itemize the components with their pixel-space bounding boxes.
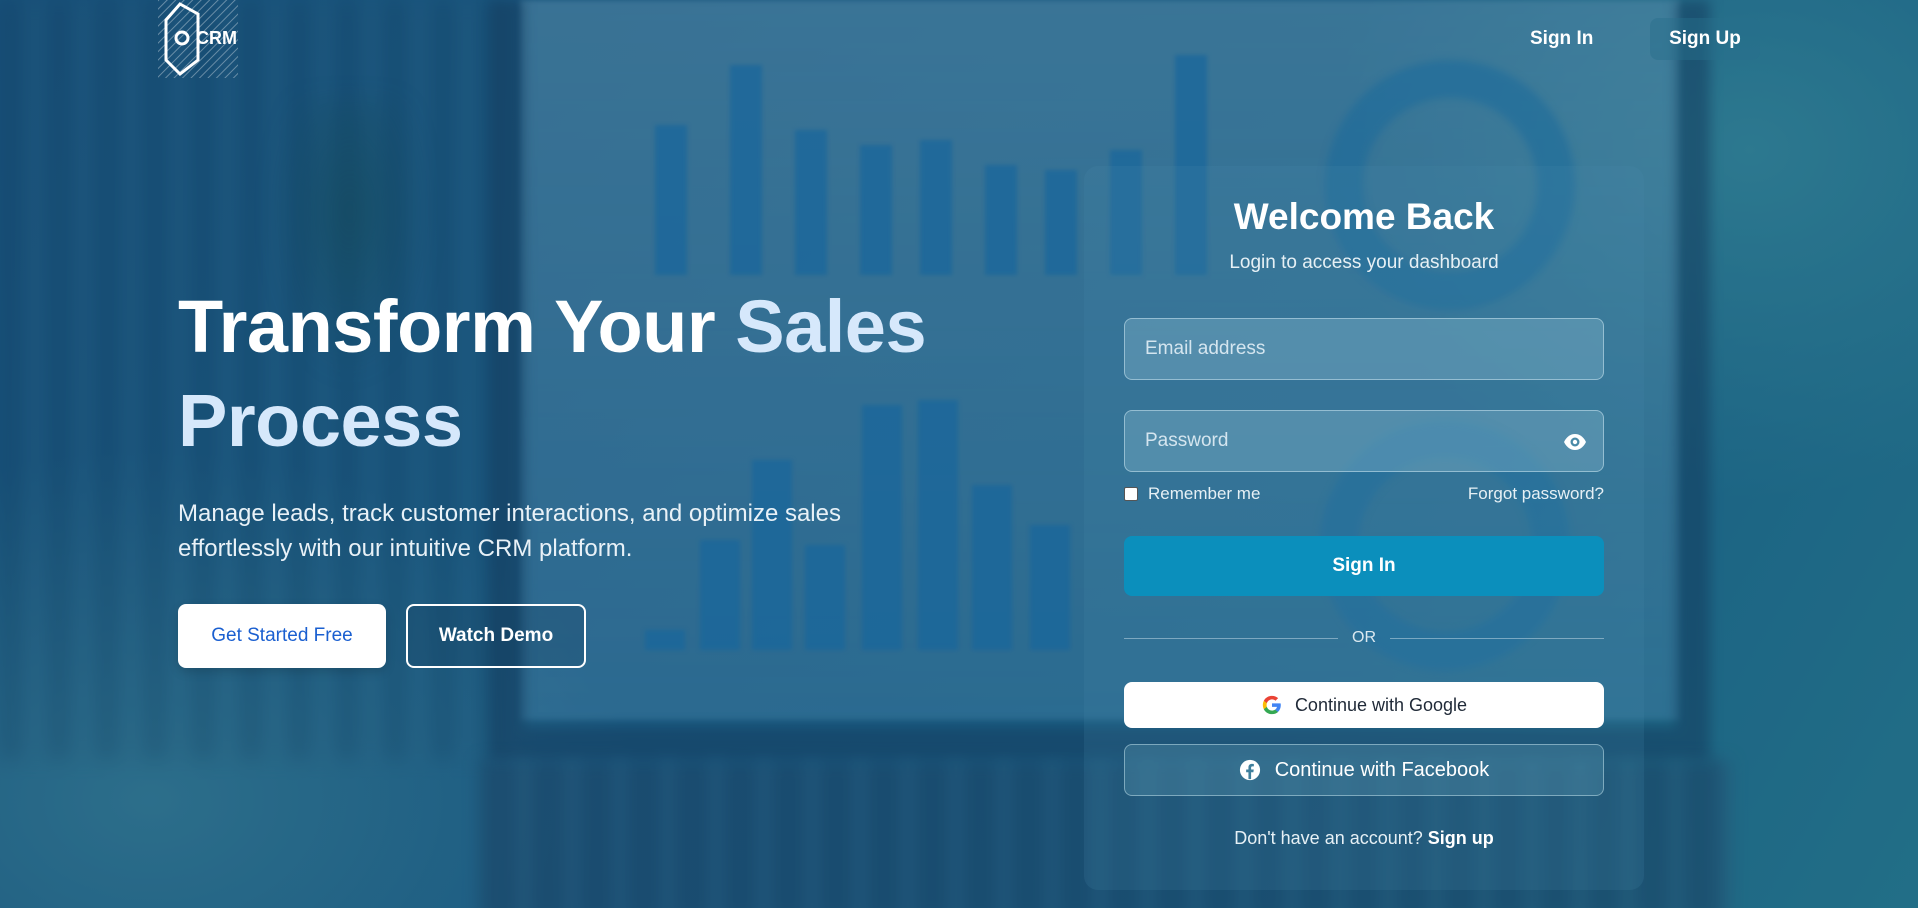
signup-prompt: Don't have an account? Sign up [1084, 828, 1644, 849]
hero-actions: Get Started Free Watch Demo [178, 604, 958, 668]
sign-up-link[interactable]: Sign up [1428, 828, 1494, 848]
remember-label: Remember me [1148, 484, 1261, 503]
login-card: Welcome Back Login to access your dashbo… [1084, 166, 1644, 890]
hero-title: Transform Your Sales Process [178, 280, 958, 468]
hero-subtitle: Manage leads, track customer interaction… [178, 500, 841, 562]
hero-title-main: Transform Your [178, 285, 736, 368]
remember-me[interactable]: Remember me [1124, 484, 1260, 504]
remember-checkbox[interactable] [1124, 487, 1138, 501]
email-input[interactable] [1145, 338, 1583, 360]
sign-in-button[interactable]: Sign In [1124, 536, 1604, 596]
eye-icon[interactable] [1563, 430, 1587, 454]
google-login-button[interactable]: Continue with Google [1124, 682, 1604, 728]
svg-text:CRM: CRM [196, 28, 237, 48]
login-subtitle: Login to access your dashboard [1229, 252, 1499, 273]
divider-line [1124, 637, 1338, 639]
email-field[interactable] [1124, 318, 1604, 380]
hero-section: Transform Your Sales Process Manage lead… [178, 280, 958, 668]
nav-sign-in-link[interactable]: Sign In [1508, 18, 1615, 60]
no-account-text: Don't have an account? [1234, 828, 1423, 848]
watch-demo-button[interactable]: Watch Demo [406, 604, 586, 668]
facebook-login-label: Continue with Facebook [1274, 758, 1490, 781]
google-icon [1262, 695, 1281, 715]
get-started-button[interactable]: Get Started Free [178, 604, 386, 668]
google-login-label: Continue with Google [1294, 694, 1468, 715]
facebook-icon [1239, 759, 1260, 781]
forgot-password-link[interactable]: Forgot password? [1468, 484, 1604, 504]
crm-logo[interactable]: CRM [158, 0, 238, 78]
login-title: Welcome Back [1233, 196, 1495, 237]
facebook-login-button[interactable]: Continue with Facebook [1124, 744, 1604, 796]
divider-line [1390, 637, 1604, 639]
divider-label: OR [1352, 629, 1376, 646]
or-divider: OR [1124, 628, 1604, 648]
password-field[interactable] [1124, 410, 1604, 472]
password-input[interactable] [1145, 430, 1583, 452]
nav-sign-up-button[interactable]: Sign Up [1650, 18, 1760, 60]
crm-logo-icon: CRM [158, 0, 238, 78]
